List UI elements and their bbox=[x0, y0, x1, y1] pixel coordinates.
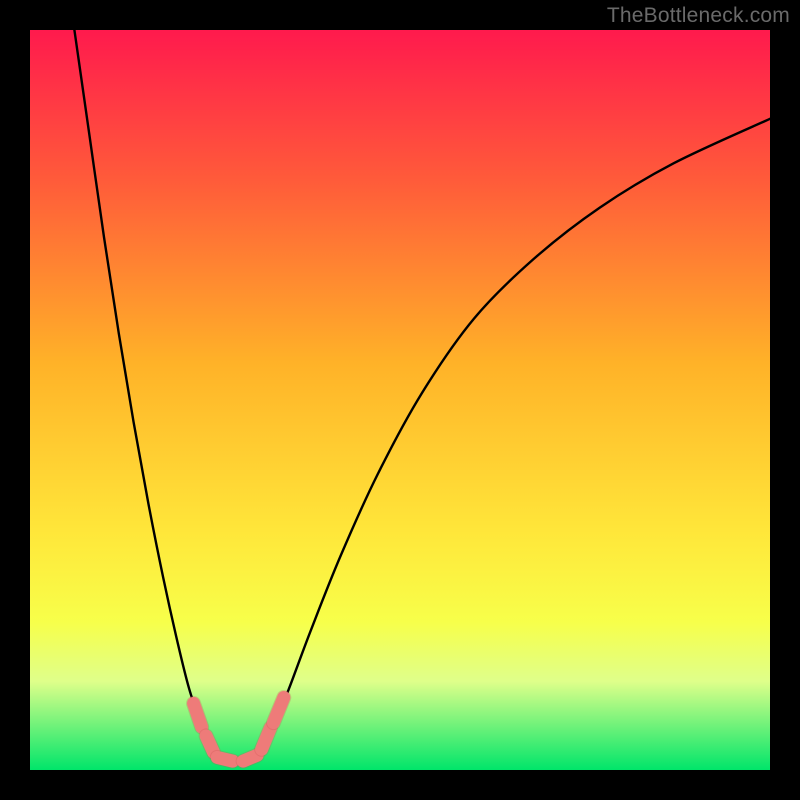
watermark-text: TheBottleneck.com bbox=[607, 4, 790, 28]
bottleneck-chart bbox=[30, 30, 770, 770]
marker-capsule bbox=[206, 736, 213, 752]
marker-capsule bbox=[217, 757, 233, 761]
marker-capsule bbox=[194, 703, 202, 727]
marker-capsule bbox=[243, 755, 257, 761]
gradient-background bbox=[30, 30, 770, 770]
chart-container: TheBottleneck.com bbox=[0, 0, 800, 800]
marker-capsule bbox=[262, 728, 271, 749]
